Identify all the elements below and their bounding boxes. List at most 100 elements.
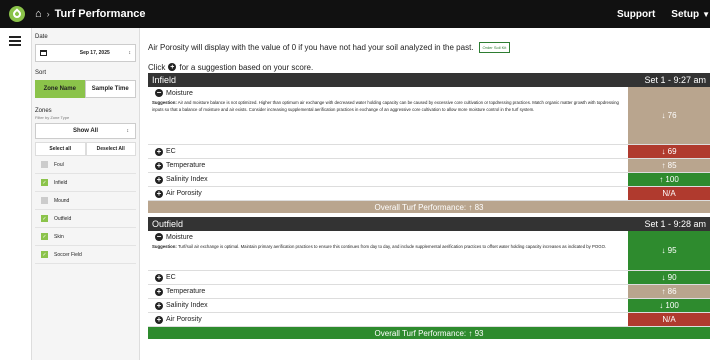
metric-row[interactable]: + Temperature ↑ 86 <box>148 285 710 299</box>
main-content: Air Porosity will display with the value… <box>148 28 710 360</box>
zone-type-select[interactable]: Show All ↕ <box>35 123 136 139</box>
panel-title: Outfield <box>152 219 184 229</box>
zone-list: Foul ✓ Infield Mound ✓ Outfield ✓ Skin ✓ Soccer F… <box>32 156 139 264</box>
zone-label: Outfield <box>54 215 72 222</box>
moisture-label: Moisture <box>166 89 193 97</box>
notice: Air Porosity will display with the value… <box>148 36 710 58</box>
sort-sample-time-button[interactable]: Sample Time <box>84 80 136 98</box>
minus-circle-icon[interactable]: − <box>155 233 163 241</box>
sidebar: Date Sep 17, 2025 ↕ Sort Zone Name Sampl… <box>32 28 140 360</box>
minus-circle-icon[interactable]: − <box>155 89 163 97</box>
suggestion-text: Turf/soil air exchange is optimal. Maint… <box>177 244 607 249</box>
stepper-icon: ↕ <box>128 50 132 56</box>
moisture-score: ↓ 95 <box>628 231 710 270</box>
hint-text: for a suggestion based on your score. <box>179 62 314 72</box>
plus-circle-icon[interactable]: + <box>155 301 163 310</box>
moisture-row: − Moisture Suggestion: Turf/soil air excha… <box>148 231 710 271</box>
notice-text: Air Porosity will display with the value… <box>148 42 474 52</box>
checkbox-unchecked-icon[interactable] <box>41 161 48 168</box>
metric-row[interactable]: + EC ↓ 90 <box>148 271 710 285</box>
metric-row[interactable]: + Salinity Index ↓ 100 <box>148 299 710 313</box>
zone-type-value: Show All <box>72 128 99 134</box>
plus-circle-icon[interactable]: + <box>155 287 163 296</box>
metric-score: N/A <box>628 313 710 326</box>
metric-row[interactable]: + EC ↓ 69 <box>148 145 710 159</box>
plus-circle-icon[interactable]: + <box>155 189 163 198</box>
zone-item[interactable]: Foul <box>35 156 136 174</box>
metric-score: ↓ 90 <box>628 271 710 284</box>
filter-label: Filter by Zone Type <box>35 115 70 120</box>
metric-score: N/A <box>628 187 710 200</box>
metric-label: EC <box>166 274 176 281</box>
metric-row[interactable]: + Air Porosity N/A <box>148 313 710 327</box>
plus-circle-icon[interactable]: + <box>155 315 163 324</box>
moisture-suggestion: Suggestion: Air and moisture balance is … <box>152 100 624 113</box>
plus-circle-icon[interactable]: + <box>155 147 163 156</box>
metric-score: ↑ 86 <box>628 285 710 298</box>
sort-zone-name-button[interactable]: Zone Name <box>35 80 85 98</box>
zone-item[interactable]: ✓ Infield <box>35 174 136 192</box>
stepper-icon: ↕ <box>126 128 130 134</box>
plus-circle-icon[interactable]: + <box>155 175 163 184</box>
metric-row[interactable]: + Salinity Index ↑ 100 <box>148 173 710 187</box>
page-title: Turf Performance <box>54 8 146 20</box>
plus-circle-icon[interactable]: + <box>155 273 163 282</box>
sort-label: Sort <box>35 70 47 76</box>
zone-item[interactable]: ✓ Soccer Field <box>35 246 136 264</box>
setup-label: Setup <box>671 8 700 20</box>
moisture-label: Moisture <box>166 233 193 241</box>
date-label: Date <box>35 34 48 40</box>
overall-turf-performance: Overall Turf Performance: ↑ 83 <box>148 201 710 213</box>
metric-label: Temperature <box>166 288 206 295</box>
zones-label: Zones <box>35 108 52 114</box>
plus-circle-icon: + <box>168 63 177 71</box>
metric-label: Air Porosity <box>166 190 202 197</box>
hint-click: Click <box>148 62 166 72</box>
metric-label: EC <box>166 148 176 155</box>
metric-score: ↑ 85 <box>628 159 710 172</box>
setup-menu[interactable]: Setup ▼ <box>671 9 710 20</box>
plus-circle-icon[interactable]: + <box>155 161 163 170</box>
deselect-all-button[interactable]: Deselect All <box>85 142 136 156</box>
zone-label: Infield <box>54 179 68 186</box>
panel-header: Infield Set 1 - 9:27 am <box>148 73 710 87</box>
support-link[interactable]: Support <box>617 9 655 20</box>
checkbox-checked-icon[interactable]: ✓ <box>41 251 48 258</box>
checkbox-unchecked-icon[interactable] <box>41 197 48 204</box>
metric-row[interactable]: + Air Porosity N/A <box>148 187 710 201</box>
suggestion-text: Air and moisture balance is not optimize… <box>152 100 619 112</box>
order-soil-kit-button[interactable]: Order Soil Kit <box>478 41 511 53</box>
panel-set-time: Set 1 - 9:28 am <box>644 219 706 229</box>
zone-item[interactable]: ✓ Outfield <box>35 210 136 228</box>
hint: Click + for a suggestion based on your s… <box>148 60 313 74</box>
checkbox-checked-icon[interactable]: ✓ <box>41 179 48 186</box>
overall-turf-performance: Overall Turf Performance: ↑ 93 <box>148 327 710 339</box>
checkbox-checked-icon[interactable]: ✓ <box>41 233 48 240</box>
checkbox-checked-icon[interactable]: ✓ <box>41 215 48 222</box>
home-icon[interactable]: ⌂ <box>35 8 42 20</box>
zone-item[interactable]: ✓ Skin <box>35 228 136 246</box>
icon-rail <box>0 28 32 360</box>
date-picker[interactable]: Sep 17, 2025 ↕ <box>35 44 136 62</box>
metric-label: Air Porosity <box>166 316 202 323</box>
app-logo[interactable] <box>9 6 25 22</box>
metric-label: Salinity Index <box>166 302 208 309</box>
zone-item[interactable]: Mound <box>35 192 136 210</box>
zone-label: Skin <box>54 233 64 240</box>
suggestion-label: Suggestion: <box>152 100 177 105</box>
zone-label: Soccer Field <box>54 251 82 258</box>
panel-title: Infield <box>152 75 177 85</box>
metric-score: ↓ 69 <box>628 145 710 158</box>
hamburger-menu-icon[interactable] <box>9 36 21 48</box>
metric-label: Salinity Index <box>166 176 208 183</box>
calendar-icon <box>40 50 47 56</box>
select-all-button[interactable]: Select all <box>35 142 86 156</box>
suggestion-label: Suggestion: <box>152 244 177 249</box>
zone-panel: Outfield Set 1 - 9:28 am − Moisture Suggesti… <box>148 217 710 339</box>
metric-label: Temperature <box>166 162 206 169</box>
metric-score: ↑ 100 <box>628 173 710 186</box>
moisture-row: − Moisture Suggestion: Air and moisture ba… <box>148 87 710 145</box>
date-value: Sep 17, 2025 <box>79 50 110 56</box>
top-bar: ⌂ › Turf Performance Support Setup ▼ <box>0 0 710 28</box>
metric-row[interactable]: + Temperature ↑ 85 <box>148 159 710 173</box>
